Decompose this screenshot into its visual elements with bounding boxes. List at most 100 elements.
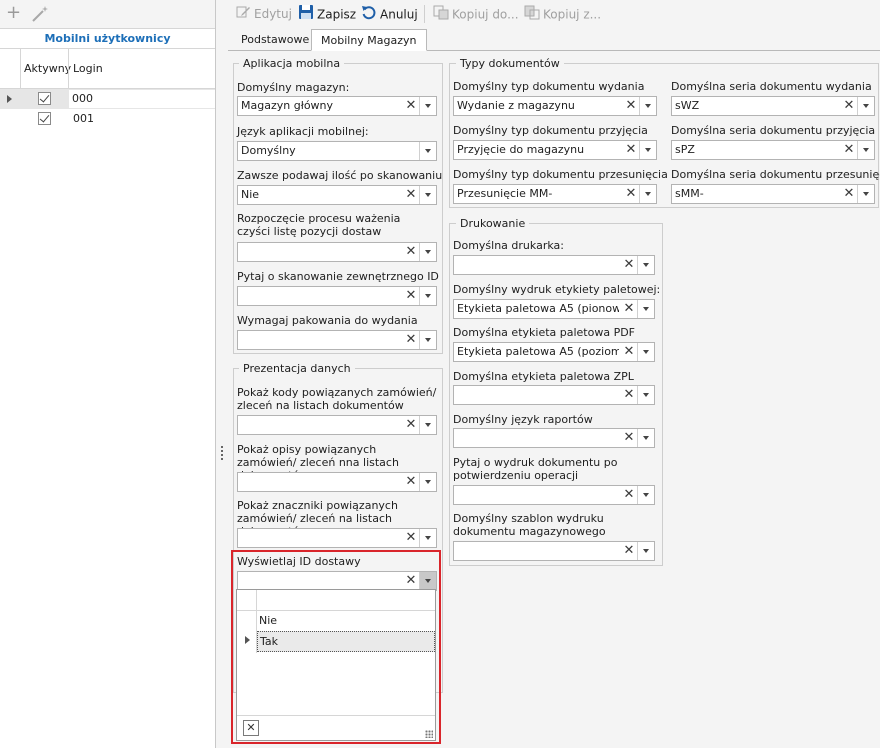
transfer-doc-type-combo[interactable]: Przesunięcie MM- ✕ (453, 184, 657, 204)
undo-icon (361, 4, 377, 26)
issue-doc-type-combo[interactable]: Wydanie z magazynu ✕ (453, 96, 657, 116)
chevron-down-icon[interactable] (637, 300, 654, 318)
floppy-disk-icon (298, 4, 314, 26)
pallet-label-pdf-combo[interactable]: Etykieta paletowa A5 (poziomo) ✕ (453, 342, 655, 362)
tab-basic[interactable]: Podstawowe (232, 29, 318, 51)
chevron-down-icon[interactable] (857, 185, 874, 203)
chevron-down-icon[interactable] (419, 331, 436, 349)
clear-icon[interactable]: ✕ (622, 97, 640, 115)
users-title: Mobilni użytkownicy (0, 28, 215, 49)
receipt-doc-series-combo[interactable]: sPZ ✕ (671, 140, 875, 160)
chevron-down-icon[interactable] (639, 141, 656, 159)
login-value: 000 (72, 92, 93, 105)
chevron-down-icon[interactable] (419, 473, 436, 491)
magic-wand-icon[interactable] (30, 4, 50, 24)
tab-mobile-warehouse[interactable]: Mobilny Magazyn (311, 29, 427, 51)
chevron-down-icon[interactable] (637, 542, 654, 560)
clear-icon[interactable]: ✕ (620, 429, 638, 447)
column-header-login[interactable]: Login (73, 49, 103, 89)
chevron-down-icon[interactable] (637, 256, 654, 274)
chevron-down-icon[interactable] (419, 287, 436, 305)
save-button[interactable]: Zapisz (298, 4, 356, 24)
splitter-grip-icon[interactable] (221, 446, 223, 460)
weighing-clears-list-label: Rozpoczęcie procesu ważenia czyści listę… (237, 212, 401, 238)
table-row[interactable]: 001 (0, 109, 215, 129)
always-enter-quantity-combo[interactable]: Nie ✕ (237, 185, 437, 205)
app-language-combo[interactable]: Domyślny (237, 141, 437, 161)
clear-icon[interactable]: ✕ (402, 243, 420, 261)
table-row[interactable]: 000 (0, 89, 215, 109)
clear-icon[interactable]: ✕ (840, 97, 858, 115)
issue-doc-type-label: Domyślny typ dokumentu wydania (453, 80, 645, 93)
cancel-button[interactable]: Anuluj (361, 4, 418, 24)
require-packing-combo[interactable]: ✕ (237, 330, 437, 350)
clear-icon[interactable]: ✕ (840, 185, 858, 203)
chevron-down-icon[interactable] (639, 185, 656, 203)
active-checkbox[interactable] (38, 92, 51, 105)
group-title: Drukowanie (456, 217, 530, 230)
clear-icon[interactable]: ✕ (620, 300, 638, 318)
pane-splitter[interactable] (216, 0, 228, 748)
chevron-down-icon[interactable] (637, 343, 654, 361)
ask-external-id-combo[interactable]: ✕ (237, 286, 437, 306)
report-language-combo[interactable]: ✕ (453, 428, 655, 448)
clear-icon[interactable]: ✕ (620, 486, 638, 504)
copy-from-icon (524, 4, 540, 26)
column-header-active[interactable]: Aktywny (24, 49, 71, 89)
default-warehouse-combo[interactable]: Magazyn główny ✕ (237, 96, 437, 116)
copy-from-button[interactable]: Kopiuj z... (524, 4, 601, 24)
default-printer-combo[interactable]: ✕ (453, 255, 655, 275)
transfer-doc-series-combo[interactable]: sMM- ✕ (671, 184, 875, 204)
receipt-doc-type-combo[interactable]: Przyjęcie do magazynu ✕ (453, 140, 657, 160)
copy-to-button[interactable]: Kopiuj do... (433, 4, 519, 24)
issue-doc-series-label: Domyślna seria dokumentu wydania (671, 80, 872, 93)
clear-icon[interactable]: ✕ (402, 473, 420, 491)
clear-icon[interactable]: ✕ (402, 529, 420, 547)
chevron-down-icon[interactable] (419, 529, 436, 547)
ask-print-after-confirm-combo[interactable]: ✕ (453, 485, 655, 505)
default-print-template-combo[interactable]: ✕ (453, 541, 655, 561)
add-icon[interactable]: + (6, 4, 21, 22)
clear-icon[interactable]: ✕ (402, 97, 420, 115)
clear-icon[interactable]: ✕ (622, 185, 640, 203)
chevron-down-icon[interactable] (639, 97, 656, 115)
column-separator (68, 49, 69, 89)
clear-icon[interactable]: ✕ (620, 542, 638, 560)
default-printer-label: Domyślna drukarka: (453, 239, 564, 252)
pallet-label-print-label: Domyślny wydruk etykiety paletowej: (453, 283, 661, 296)
receipt-doc-series-label: Domyślna seria dokumentu przyjęcia (671, 124, 876, 137)
clear-icon[interactable]: ✕ (620, 386, 638, 404)
pallet-label-zpl-label: Domyślna etykieta paletowa ZPL (453, 370, 634, 383)
clear-icon[interactable]: ✕ (622, 141, 640, 159)
show-order-markers-combo[interactable]: ✕ (237, 528, 437, 548)
chevron-down-icon[interactable] (419, 97, 436, 115)
weighing-clears-list-combo[interactable]: ✕ (237, 242, 437, 262)
chevron-down-icon[interactable] (637, 486, 654, 504)
chevron-down-icon[interactable] (419, 416, 436, 434)
edit-button[interactable]: Edytuj (236, 4, 292, 24)
default-print-template-label: Domyślny szablon wydruku dokumentu magaz… (453, 512, 606, 538)
clear-icon[interactable]: ✕ (620, 343, 638, 361)
clear-icon[interactable]: ✕ (402, 416, 420, 434)
active-checkbox[interactable] (38, 112, 51, 125)
clear-icon[interactable]: ✕ (402, 186, 420, 204)
chevron-down-icon[interactable] (857, 97, 874, 115)
chevron-down-icon[interactable] (637, 386, 654, 404)
clear-icon[interactable]: ✕ (402, 331, 420, 349)
clear-icon[interactable]: ✕ (620, 256, 638, 274)
pallet-label-print-combo[interactable]: Etykieta paletowa A5 (pionowo) ✕ (453, 299, 655, 319)
highlight-frame (231, 550, 441, 744)
chevron-down-icon[interactable] (637, 429, 654, 447)
show-order-descriptions-combo[interactable]: ✕ (237, 472, 437, 492)
pallet-label-zpl-combo[interactable]: ✕ (453, 385, 655, 405)
chevron-down-icon[interactable] (419, 243, 436, 261)
chevron-down-icon[interactable] (419, 186, 436, 204)
clear-icon[interactable]: ✕ (840, 141, 858, 159)
default-warehouse-label: Domyślny magazyn: (237, 81, 350, 94)
chevron-down-icon[interactable] (419, 142, 436, 160)
chevron-down-icon[interactable] (857, 141, 874, 159)
show-order-codes-combo[interactable]: ✕ (237, 415, 437, 435)
login-cell-editor[interactable]: 000 (69, 90, 215, 108)
issue-doc-series-combo[interactable]: sWZ ✕ (671, 96, 875, 116)
clear-icon[interactable]: ✕ (402, 287, 420, 305)
